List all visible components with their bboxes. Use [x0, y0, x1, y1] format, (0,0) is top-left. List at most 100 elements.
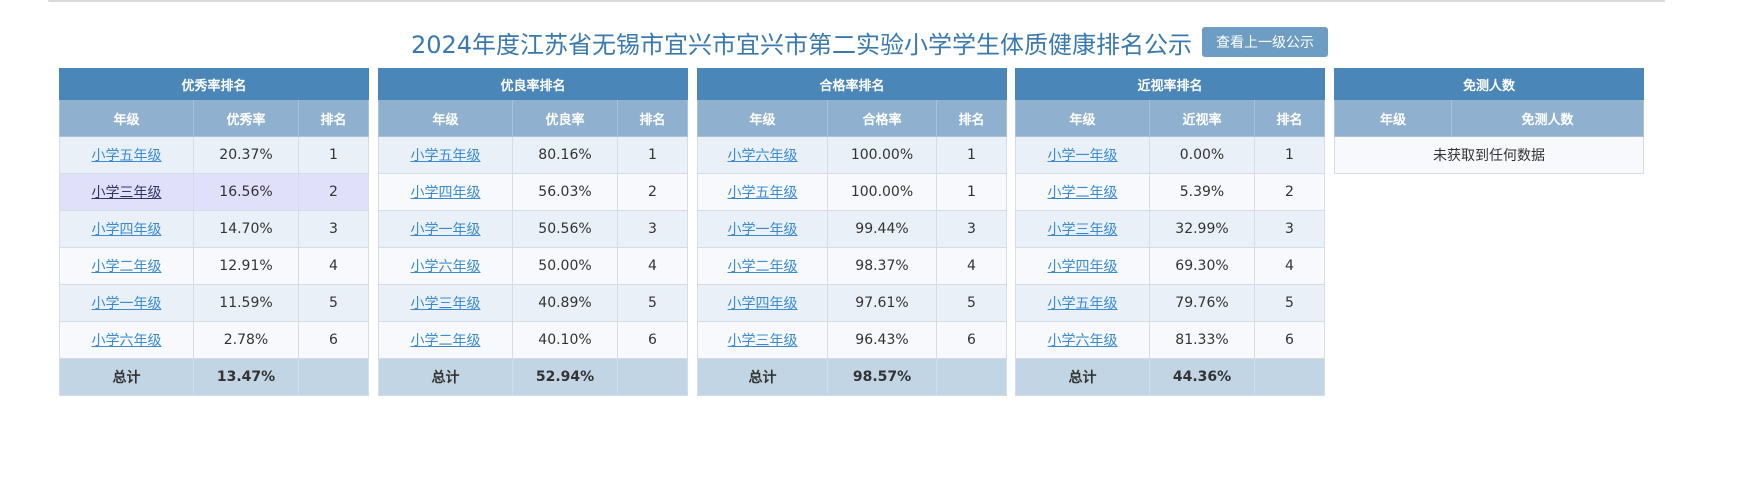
grade-link[interactable]: 小学二年级 — [1048, 185, 1118, 201]
rank-cell: 5 — [616, 284, 689, 322]
grade-link[interactable]: 小学三年级 — [728, 333, 798, 349]
rate-cell: 98.37% — [827, 247, 937, 285]
grade-link[interactable]: 小学五年级 — [92, 148, 162, 164]
table-row: 小学二年级 98.37% 4 — [697, 247, 1008, 285]
grade-link[interactable]: 小学四年级 — [1048, 259, 1118, 275]
view-upper-level-button[interactable]: 查看上一级公示 — [1202, 27, 1329, 57]
table-row: 小学五年级 100.00% 1 — [697, 173, 1008, 211]
rank-cell: 5 — [1253, 284, 1326, 322]
total-value: 52.94% — [512, 358, 618, 396]
rate-cell: 69.30% — [1149, 247, 1255, 285]
grade-link[interactable]: 小学四年级 — [728, 296, 798, 312]
column-header-rank: 排名 — [935, 99, 1008, 137]
total-empty-cell — [1253, 358, 1326, 396]
rank-cell: 2 — [1253, 173, 1326, 211]
rank-cell: 4 — [297, 247, 370, 285]
grade-link[interactable]: 小学二年级 — [728, 259, 798, 275]
rate-cell: 14.70% — [193, 210, 299, 248]
total-label: 总计 — [378, 358, 513, 396]
table-row: 小学五年级 20.37% 1 — [59, 136, 370, 174]
rate-cell: 81.33% — [1149, 321, 1255, 359]
rate-cell: 56.03% — [512, 173, 618, 211]
grade-link[interactable]: 小学二年级 — [411, 333, 481, 349]
rate-cell: 11.59% — [193, 284, 299, 322]
total-label: 总计 — [59, 358, 194, 396]
exempt-count-table: 免测人数 年级 免测人数 未获取到任何数据 — [1333, 68, 1645, 174]
total-value: 44.36% — [1149, 358, 1255, 396]
table-row: 小学五年级 80.16% 1 — [378, 136, 689, 174]
pass-rate-table: 合格率排名 年级 合格率 排名 小学六年级 100.00% 1 小学五年级 10… — [696, 68, 1008, 396]
total-empty-cell — [297, 358, 370, 396]
grade-link[interactable]: 小学五年级 — [1048, 296, 1118, 312]
rank-cell: 1 — [935, 136, 1008, 174]
rate-cell: 100.00% — [827, 136, 937, 174]
rate-cell: 20.37% — [193, 136, 299, 174]
grade-link[interactable]: 小学一年级 — [92, 296, 162, 312]
rate-cell: 50.56% — [512, 210, 618, 248]
column-header-grade: 年级 — [378, 99, 513, 137]
rank-cell: 3 — [935, 210, 1008, 248]
total-row: 总计 98.57% — [697, 358, 1008, 396]
top-scroll-bar — [48, 0, 1665, 2]
table-title: 优良率排名 — [377, 68, 689, 100]
column-header-grade: 年级 — [1334, 99, 1452, 137]
rank-cell: 1 — [1253, 136, 1326, 174]
grade-link[interactable]: 小学二年级 — [92, 259, 162, 275]
rank-cell: 4 — [1253, 247, 1326, 285]
rate-cell: 40.10% — [512, 321, 618, 359]
grade-link[interactable]: 小学三年级 — [411, 296, 481, 312]
table-row: 小学二年级 12.91% 4 — [59, 247, 370, 285]
table-row: 小学四年级 14.70% 3 — [59, 210, 370, 248]
grade-link[interactable]: 小学三年级 — [92, 185, 162, 201]
column-header-rank: 排名 — [1253, 99, 1326, 137]
page-title: 2024年度江苏省无锡市宜兴市宜兴市第二实验小学学生体质健康排名公示 — [410, 30, 1193, 59]
table-row: 小学六年级 2.78% 6 — [59, 321, 370, 359]
table-row: 小学三年级 96.43% 6 — [697, 321, 1008, 359]
column-header-grade: 年级 — [1015, 99, 1150, 137]
table-row: 小学四年级 97.61% 5 — [697, 284, 1008, 322]
grade-link[interactable]: 小学五年级 — [411, 148, 481, 164]
table-title: 免测人数 — [1333, 68, 1645, 100]
table-title: 优秀率排名 — [58, 68, 370, 100]
myopia-rate-table: 近视率排名 年级 近视率 排名 小学一年级 0.00% 1 小学二年级 5.39… — [1014, 68, 1326, 396]
column-header-rate: 优良率 — [512, 99, 618, 137]
grade-link[interactable]: 小学五年级 — [728, 185, 798, 201]
excellent-rate-table: 优秀率排名 年级 优秀率 排名 小学五年级 20.37% 1 小学三年级 16.… — [58, 68, 370, 396]
rank-cell: 3 — [1253, 210, 1326, 248]
rate-cell: 79.76% — [1149, 284, 1255, 322]
table-row: 小学五年级 79.76% 5 — [1015, 284, 1326, 322]
grade-link[interactable]: 小学六年级 — [1048, 333, 1118, 349]
column-header-rank: 排名 — [616, 99, 689, 137]
grade-link[interactable]: 小学六年级 — [411, 259, 481, 275]
grade-link[interactable]: 小学六年级 — [92, 333, 162, 349]
table-row: 小学二年级 40.10% 6 — [378, 321, 689, 359]
table-row: 小学三年级 32.99% 3 — [1015, 210, 1326, 248]
total-row: 总计 44.36% — [1015, 358, 1326, 396]
table-row: 小学一年级 50.56% 3 — [378, 210, 689, 248]
table-row: 小学四年级 69.30% 4 — [1015, 247, 1326, 285]
grade-link[interactable]: 小学三年级 — [1048, 222, 1118, 238]
rank-cell: 6 — [935, 321, 1008, 359]
table-row: 小学六年级 81.33% 6 — [1015, 321, 1326, 359]
grade-link[interactable]: 小学四年级 — [411, 185, 481, 201]
table-row: 小学六年级 50.00% 4 — [378, 247, 689, 285]
grade-link[interactable]: 小学一年级 — [728, 222, 798, 238]
rate-cell: 96.43% — [827, 321, 937, 359]
rank-cell: 1 — [935, 173, 1008, 211]
grade-link[interactable]: 小学一年级 — [411, 222, 481, 238]
grade-link[interactable]: 小学六年级 — [728, 148, 798, 164]
table-row: 小学三年级 40.89% 5 — [378, 284, 689, 322]
table-row: 小学六年级 100.00% 1 — [697, 136, 1008, 174]
column-header-rate: 近视率 — [1149, 99, 1255, 137]
rank-cell: 4 — [616, 247, 689, 285]
rate-cell: 16.56% — [193, 173, 299, 211]
rank-cell: 6 — [1253, 321, 1326, 359]
table-title: 近视率排名 — [1014, 68, 1326, 100]
rank-cell: 5 — [935, 284, 1008, 322]
rank-cell: 3 — [616, 210, 689, 248]
rate-cell: 50.00% — [512, 247, 618, 285]
rank-cell: 2 — [297, 173, 370, 211]
total-label: 总计 — [697, 358, 828, 396]
grade-link[interactable]: 小学四年级 — [92, 222, 162, 238]
grade-link[interactable]: 小学一年级 — [1048, 148, 1118, 164]
